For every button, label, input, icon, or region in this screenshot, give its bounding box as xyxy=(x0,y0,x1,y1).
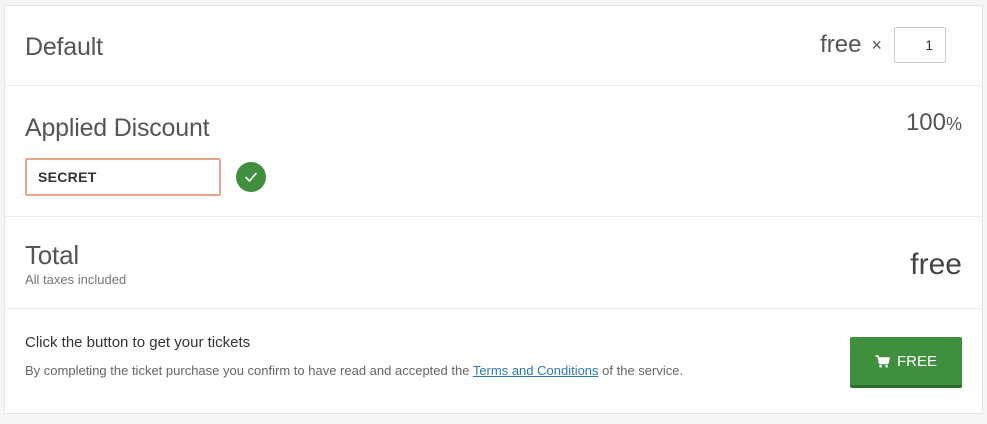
discount-title: Applied Discount xyxy=(25,114,210,142)
terms-note-before: By completing the ticket purchase you co… xyxy=(25,363,473,378)
ticket-card: Default free × Applied Discount 100% Tot… xyxy=(4,5,983,414)
terms-link[interactable]: Terms and Conditions xyxy=(473,363,599,378)
terms-note-after: of the service. xyxy=(598,363,684,378)
checkout-title: Click the button to get your tickets xyxy=(25,334,251,351)
total-title: Total xyxy=(25,240,79,270)
discount-code-input[interactable] xyxy=(25,158,221,196)
ticket-row: Default free × xyxy=(5,6,982,86)
buy-tickets-button[interactable]: FREE xyxy=(850,337,962,388)
discount-value: 100% xyxy=(906,109,962,137)
cart-icon xyxy=(875,354,890,368)
taxes-note: All taxes included xyxy=(25,272,127,287)
quantity-group: free × xyxy=(820,27,946,63)
terms-note: By completing the ticket purchase you co… xyxy=(25,363,683,378)
total-row: Total All taxes included free xyxy=(5,217,982,309)
quantity-input[interactable] xyxy=(894,27,946,63)
ticket-name: Default xyxy=(25,33,103,61)
discount-percent-sign: % xyxy=(945,114,962,134)
total-value: free xyxy=(910,248,962,281)
times-sign: × xyxy=(871,34,882,55)
buy-button-label: FREE xyxy=(896,352,937,370)
ticket-price: free xyxy=(820,31,862,58)
checkout-row: Click the button to get your tickets By … xyxy=(5,309,982,414)
discount-row: Applied Discount 100% xyxy=(5,86,982,217)
check-icon xyxy=(236,162,266,192)
discount-amount: 100 xyxy=(905,109,946,136)
